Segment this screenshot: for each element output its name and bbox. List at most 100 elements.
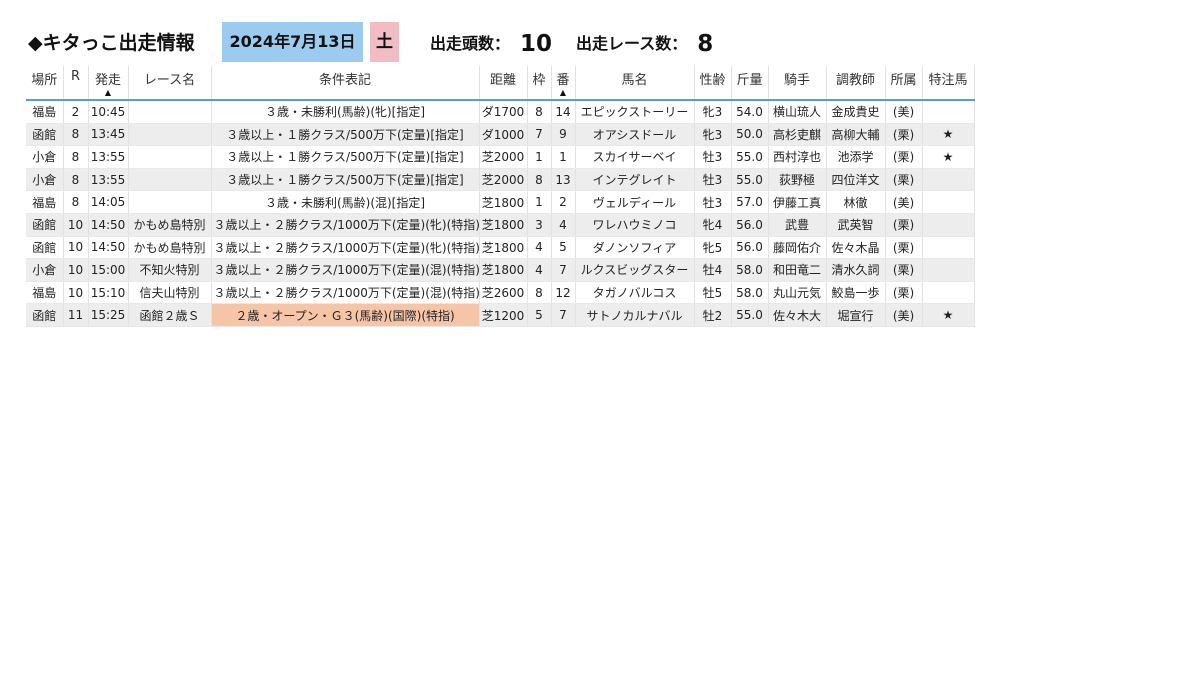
col-header-bracket[interactable]: 枠 bbox=[527, 66, 552, 101]
cell-race-name bbox=[128, 145, 212, 169]
col-header-distance[interactable]: 距離 bbox=[479, 66, 528, 101]
cell-sex-age: 牡4 bbox=[694, 258, 732, 282]
cell-post-number: 4 bbox=[551, 213, 576, 237]
entries-count: 出走頭数： 10 bbox=[430, 30, 552, 57]
cell-distance: 芝1200 bbox=[479, 303, 528, 327]
cell-affiliation: (栗) bbox=[885, 213, 923, 237]
cell-race-name: かもめ島特別 bbox=[128, 236, 212, 260]
cell-race-number: 10 bbox=[63, 213, 89, 237]
cell-race-name bbox=[128, 100, 212, 124]
col-header-featured[interactable]: 特注馬 bbox=[922, 66, 975, 101]
race-entries-table: 場所 R 発走 ▲ レース名 条件表記 距離 枠 番 ▲ 馬名 性齢 斤量 騎手 調… bbox=[26, 66, 975, 327]
cell-conditions-graded: ２歳・オープン・Ｇ３(馬齢)(国際)(特指) bbox=[211, 303, 480, 327]
cell-race-number: 10 bbox=[63, 281, 89, 305]
cell-post-time: 13:55 bbox=[88, 168, 129, 192]
table-row: 函館 11 15:25 函館２歳Ｓ ２歳・オープン・Ｇ３(馬齢)(国際)(特指)… bbox=[26, 303, 975, 327]
col-header-affiliation[interactable]: 所属 bbox=[885, 66, 923, 101]
cell-sex-age: 牡2 bbox=[694, 303, 732, 327]
cell-jockey: 西村淳也 bbox=[768, 145, 827, 169]
cell-race-number: 11 bbox=[63, 303, 89, 327]
cell-post-time: 13:55 bbox=[88, 145, 129, 169]
cell-horse-name: サトノカルナバル bbox=[575, 303, 695, 327]
table-row: 福島 10 15:10 信夫山特別 ３歳以上・２勝クラス/1000万下(定量)(… bbox=[26, 281, 975, 305]
sort-ascending-icon[interactable]: ▲ bbox=[105, 89, 111, 97]
cell-trainer: 鮫島一歩 bbox=[826, 281, 886, 305]
col-header-post-number-label: 番 bbox=[556, 73, 570, 88]
cell-race-number: 10 bbox=[63, 236, 89, 260]
cell-horse-name: エピックストーリー bbox=[575, 100, 695, 124]
cell-bracket: 5 bbox=[527, 303, 552, 327]
col-header-post-time-label: 発走 bbox=[94, 73, 121, 88]
cell-weight: 50.0 bbox=[731, 123, 769, 147]
page-title: ◆キタっこ出走情報 bbox=[28, 32, 195, 54]
cell-post-number: 2 bbox=[551, 190, 576, 214]
col-header-jockey[interactable]: 騎手 bbox=[768, 66, 827, 101]
cell-race-name: 信夫山特別 bbox=[128, 281, 212, 305]
cell-trainer: 池添学 bbox=[826, 145, 886, 169]
cell-place: 函館 bbox=[26, 123, 64, 147]
table-body: 福島 2 10:45 ３歳・未勝利(馬齢)(牝)[指定] ダ1700 8 14 … bbox=[26, 100, 975, 327]
sort-ascending-icon[interactable]: ▲ bbox=[560, 89, 566, 97]
featured-star-icon bbox=[922, 258, 975, 282]
col-header-weight[interactable]: 斤量 bbox=[731, 66, 769, 101]
cell-sex-age: 牡3 bbox=[694, 145, 732, 169]
cell-affiliation: (栗) bbox=[885, 236, 923, 260]
cell-sex-age: 牡3 bbox=[694, 168, 732, 192]
races-label: 出走レース数： bbox=[576, 34, 688, 53]
cell-conditions: ３歳以上・１勝クラス/500万下(定量)[指定] bbox=[211, 145, 480, 169]
races-value: 8 bbox=[697, 31, 714, 57]
cell-place: 福島 bbox=[26, 281, 64, 305]
cell-weight: 55.0 bbox=[731, 145, 769, 169]
cell-bracket: 3 bbox=[527, 213, 552, 237]
cell-horse-name: ヴェルディール bbox=[575, 190, 695, 214]
cell-race-name bbox=[128, 190, 212, 214]
cell-race-number: 8 bbox=[63, 190, 89, 214]
col-header-race-number[interactable]: R bbox=[63, 66, 89, 101]
col-header-sex-age[interactable]: 性齢 bbox=[694, 66, 732, 101]
cell-horse-name: オアシスドール bbox=[575, 123, 695, 147]
cell-bracket: 8 bbox=[527, 100, 552, 124]
cell-conditions: ３歳以上・１勝クラス/500万下(定量)[指定] bbox=[211, 123, 480, 147]
table-row: 函館 8 13:45 ３歳以上・１勝クラス/500万下(定量)[指定] ダ100… bbox=[26, 123, 975, 147]
cell-jockey: 和田竜二 bbox=[768, 258, 827, 282]
col-header-trainer[interactable]: 調教師 bbox=[826, 66, 886, 101]
cell-bracket: 8 bbox=[527, 168, 552, 192]
cell-sex-age: 牡3 bbox=[694, 190, 732, 214]
cell-place: 小倉 bbox=[26, 145, 64, 169]
page-header: ◆キタっこ出走情報 2024年7月13日 土 出走頭数： 10 出走レース数： 8 bbox=[28, 22, 1178, 62]
cell-affiliation: (栗) bbox=[885, 258, 923, 282]
cell-conditions: ３歳以上・２勝クラス/1000万下(定量)(混)(特指) bbox=[211, 258, 480, 282]
table-row: 福島 8 14:05 ３歳・未勝利(馬齢)(混)[指定] 芝1800 1 2 ヴ… bbox=[26, 190, 975, 214]
cell-post-number: 12 bbox=[551, 281, 576, 305]
cell-affiliation: (栗) bbox=[885, 123, 923, 147]
cell-horse-name: タガノバルコス bbox=[575, 281, 695, 305]
featured-star-icon bbox=[922, 281, 975, 305]
cell-race-number: 8 bbox=[63, 123, 89, 147]
col-header-place[interactable]: 場所 bbox=[26, 66, 64, 101]
cell-sex-age: 牝5 bbox=[694, 236, 732, 260]
cell-weight: 56.0 bbox=[731, 236, 769, 260]
cell-post-time: 15:25 bbox=[88, 303, 129, 327]
cell-trainer: 堀宣行 bbox=[826, 303, 886, 327]
cell-bracket: 4 bbox=[527, 236, 552, 260]
cell-place: 小倉 bbox=[26, 258, 64, 282]
cell-horse-name: ダノンソフィア bbox=[575, 236, 695, 260]
col-header-conditions[interactable]: 条件表記 bbox=[211, 66, 480, 101]
cell-distance: ダ1000 bbox=[479, 123, 528, 147]
table-row: 小倉 8 13:55 ３歳以上・１勝クラス/500万下(定量)[指定] 芝200… bbox=[26, 168, 975, 192]
cell-horse-name: インテグレイト bbox=[575, 168, 695, 192]
col-header-race-name[interactable]: レース名 bbox=[128, 66, 212, 101]
col-header-horse-name[interactable]: 馬名 bbox=[575, 66, 695, 101]
table-row: 函館 10 14:50 かもめ島特別 ３歳以上・２勝クラス/1000万下(定量)… bbox=[26, 213, 975, 237]
cell-race-name bbox=[128, 123, 212, 147]
cell-jockey: 武豊 bbox=[768, 213, 827, 237]
col-header-post-number[interactable]: 番 ▲ bbox=[551, 66, 576, 101]
cell-bracket: 1 bbox=[527, 190, 552, 214]
cell-distance: 芝1800 bbox=[479, 190, 528, 214]
cell-post-number: 5 bbox=[551, 236, 576, 260]
entries-value: 10 bbox=[520, 31, 553, 57]
cell-sex-age: 牝3 bbox=[694, 123, 732, 147]
cell-conditions: ３歳以上・１勝クラス/500万下(定量)[指定] bbox=[211, 168, 480, 192]
featured-star-icon bbox=[922, 168, 975, 192]
col-header-post-time[interactable]: 発走 ▲ bbox=[88, 66, 129, 101]
